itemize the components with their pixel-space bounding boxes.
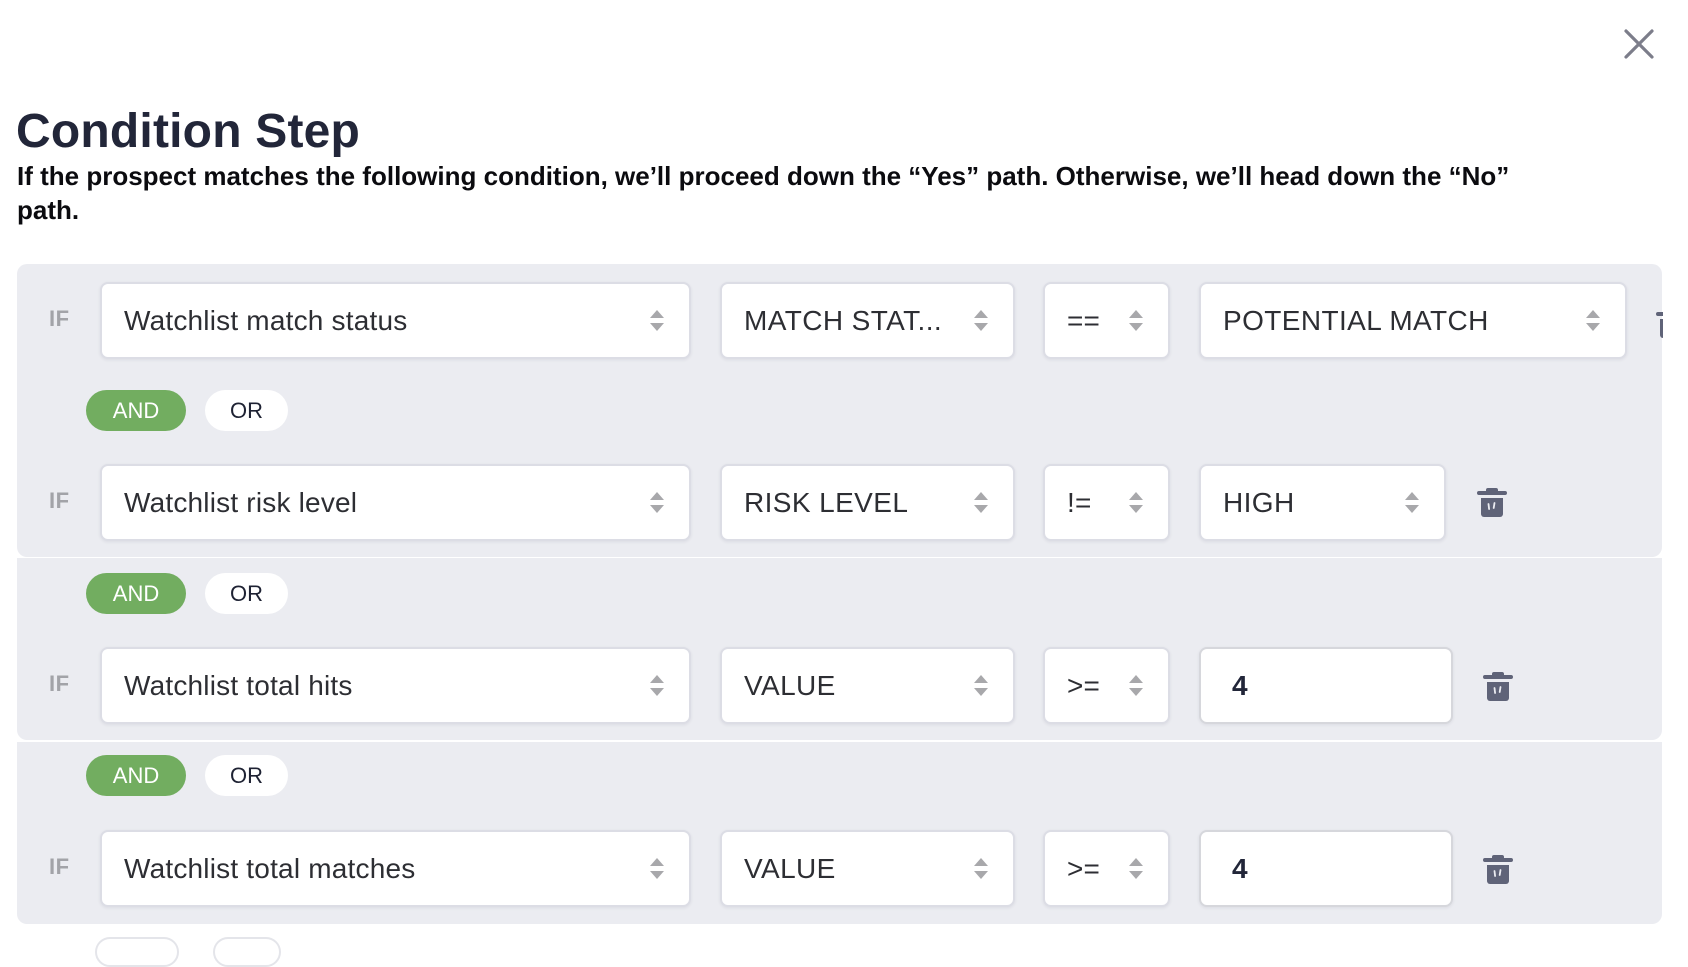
trash-icon xyxy=(1483,672,1513,701)
operator-select[interactable]: == xyxy=(1043,282,1170,359)
dialog-title: Condition Step xyxy=(16,105,361,158)
property-select-value: RISK LEVEL xyxy=(744,486,909,518)
sort-chevron-icon xyxy=(1128,674,1144,698)
property-select-value: VALUE xyxy=(744,669,836,701)
sort-chevron-icon xyxy=(1128,309,1144,333)
condition-row: IF Watchlist risk level RISK LEVEL != HI… xyxy=(0,464,1688,541)
property-select-value: MATCH STAT... xyxy=(744,304,943,336)
sort-chevron-icon xyxy=(1128,491,1144,515)
delete-condition-button[interactable] xyxy=(1483,853,1513,885)
condition-row: IF Watchlist total matches VALUE >= 4 xyxy=(0,830,1688,907)
logic-toggle: AND OR xyxy=(0,755,400,796)
condition-row: IF Watchlist match status MATCH STAT... … xyxy=(0,282,1688,359)
property-select[interactable]: MATCH STAT... xyxy=(720,282,1015,359)
or-button[interactable]: OR xyxy=(205,390,288,431)
sort-chevron-icon xyxy=(973,491,989,515)
or-button[interactable]: OR xyxy=(205,573,288,614)
field-select[interactable]: Watchlist total matches xyxy=(100,830,691,907)
trash-icon xyxy=(1477,488,1507,517)
trash-icon xyxy=(1656,312,1663,338)
property-select-value: VALUE xyxy=(744,852,836,884)
operator-select[interactable]: >= xyxy=(1043,830,1170,907)
value-input[interactable]: 4 xyxy=(1199,647,1453,724)
operator-select[interactable]: >= xyxy=(1043,647,1170,724)
property-select[interactable]: VALUE xyxy=(720,647,1015,724)
close-x-icon xyxy=(1624,29,1654,59)
trash-icon xyxy=(1483,855,1513,884)
sort-chevron-icon xyxy=(649,674,665,698)
operator-select-value: == xyxy=(1067,304,1101,336)
sort-chevron-icon xyxy=(649,309,665,333)
sort-chevron-icon xyxy=(973,309,989,333)
sort-chevron-icon xyxy=(1585,309,1601,333)
property-select[interactable]: RISK LEVEL xyxy=(720,464,1015,541)
if-label: IF xyxy=(49,671,70,696)
sort-chevron-icon xyxy=(1128,857,1144,881)
and-button[interactable] xyxy=(95,937,179,967)
sort-chevron-icon xyxy=(649,491,665,515)
or-button[interactable]: OR xyxy=(205,755,288,796)
value-select-value: POTENTIAL MATCH xyxy=(1223,304,1489,336)
field-select[interactable]: Watchlist risk level xyxy=(100,464,691,541)
sort-chevron-icon xyxy=(649,857,665,881)
sort-chevron-icon xyxy=(973,857,989,881)
and-button[interactable]: AND xyxy=(86,390,186,431)
operator-select-value: >= xyxy=(1067,852,1101,884)
or-button[interactable] xyxy=(213,937,281,967)
if-label: IF xyxy=(49,488,70,513)
sort-chevron-icon xyxy=(1404,491,1420,515)
operator-select-value: >= xyxy=(1067,669,1101,701)
field-select-value: Watchlist total matches xyxy=(124,852,416,884)
operator-select[interactable]: != xyxy=(1043,464,1170,541)
delete-condition-button[interactable] xyxy=(1656,307,1663,339)
condition-row: IF Watchlist total hits VALUE >= 4 xyxy=(0,647,1688,724)
field-select-value: Watchlist risk level xyxy=(124,486,358,518)
value-select-value: HIGH xyxy=(1223,486,1295,518)
and-button[interactable]: AND xyxy=(86,573,186,614)
delete-condition-button[interactable] xyxy=(1483,670,1513,702)
value-input-text: 4 xyxy=(1232,669,1248,701)
value-input[interactable]: 4 xyxy=(1199,830,1453,907)
close-button[interactable] xyxy=(1622,27,1656,61)
value-select[interactable]: HIGH xyxy=(1199,464,1446,541)
if-label: IF xyxy=(49,854,70,879)
operator-select-value: != xyxy=(1067,486,1092,518)
property-select[interactable]: VALUE xyxy=(720,830,1015,907)
delete-condition-button[interactable] xyxy=(1477,486,1507,518)
logic-toggle: AND OR xyxy=(0,573,400,614)
field-select[interactable]: Watchlist match status xyxy=(100,282,691,359)
value-select[interactable]: POTENTIAL MATCH xyxy=(1199,282,1627,359)
logic-toggle: AND OR xyxy=(0,390,400,431)
field-select-value: Watchlist match status xyxy=(124,304,408,336)
and-button[interactable]: AND xyxy=(86,755,186,796)
sort-chevron-icon xyxy=(973,674,989,698)
dialog-description: If the prospect matches the following co… xyxy=(17,161,1510,225)
field-select[interactable]: Watchlist total hits xyxy=(100,647,691,724)
if-label: IF xyxy=(49,306,70,331)
field-select-value: Watchlist total hits xyxy=(124,669,353,701)
value-input-text: 4 xyxy=(1232,852,1248,884)
